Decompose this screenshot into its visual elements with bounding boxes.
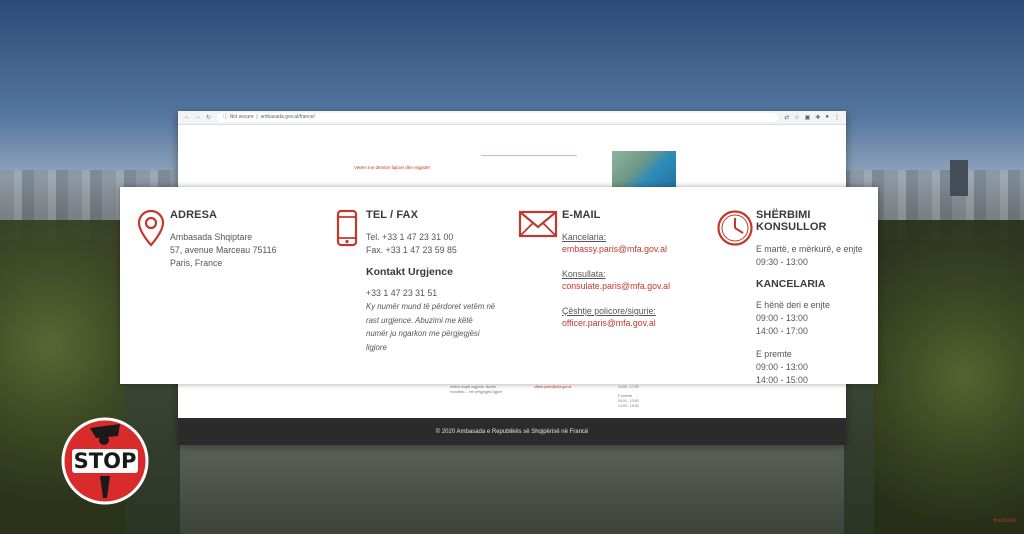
chancery-hours-2: 14:00 - 17:00 — [756, 326, 808, 336]
copyright-text: © 2020 Ambasada e Republikës së Shqipëri… — [435, 428, 589, 435]
address-bar[interactable]: ⓘ Not secure | ambasada.gov.al/france/ — [217, 113, 779, 122]
address-line1: Ambasada Shqiptare — [170, 232, 253, 242]
tel-number[interactable]: Tel. +33 1 47 23 31 00 — [366, 231, 516, 244]
mini-hours: 14:00 - 17:00 E premte 09:00 - 13:00 14:… — [618, 385, 668, 409]
phone-title: TEL / FAX — [366, 209, 419, 221]
puzzle-icon[interactable]: ✚ — [815, 114, 820, 121]
consular-hours: 09:30 - 13:00 — [756, 257, 808, 267]
address-content: ADRESA Ambasada Shqiptare 57, avenue Mar… — [170, 209, 320, 270]
distant-tower — [950, 160, 968, 196]
phone-content: TEL / FAX Tel. +33 1 47 23 31 00 Fax. +3… — [366, 209, 516, 354]
avenue-road — [180, 445, 844, 534]
consular-days: E martë, e mërkurë, e enjte — [756, 244, 863, 254]
menu-icon[interactable]: ⋮ — [834, 114, 840, 121]
mini-hours-a: 14:00 - 17:00 — [618, 385, 639, 389]
police-email-label: Çështje policore/sigurie: — [562, 306, 656, 316]
address-line2: 57, avenue Marceau 75116 — [170, 245, 277, 255]
page-note-link[interactable]: Vetëm me dëmtim fajtore dhe regjistër — [354, 165, 430, 170]
mini-hours-d: 14:00 - 15:00 — [618, 404, 639, 408]
chancery-hours-1: 09:00 - 13:00 — [756, 313, 808, 323]
chancery-email-label: Kancelaria: — [562, 232, 607, 242]
emergency-title: Kontakt Urgjence — [366, 266, 453, 278]
chancery-email-link[interactable]: embassy.paris@mfa.gov.al — [562, 243, 712, 256]
channel-watermark: Exclusiv — [993, 518, 1016, 524]
nav-buttons: ← → ↻ — [184, 114, 211, 121]
mini-officer-email[interactable]: officer.paris@mfa.gov.al — [534, 385, 594, 389]
browser-toolbar: ← → ↻ ⓘ Not secure | ambasada.gov.al/fra… — [178, 111, 846, 125]
forward-arrow-icon[interactable]: → — [195, 114, 201, 121]
mobile-phone-icon — [330, 209, 364, 249]
emergency-note: Ky numër mund të përdoret vetëm në rast … — [366, 302, 496, 352]
consular-title: SHËRBIMI KONSULLOR — [756, 209, 827, 233]
stop-logo-text: STOP — [74, 449, 137, 473]
consulate-email-link[interactable]: consulate.paris@mfa.gov.al — [562, 280, 712, 293]
location-pin-icon — [134, 209, 168, 249]
star-icon[interactable]: ☆ — [794, 114, 799, 121]
back-arrow-icon[interactable]: ← — [184, 114, 190, 121]
extensions-area: ⇄ ☆ ▣ ✚ ● ⋮ — [784, 114, 840, 121]
info-icon[interactable]: ⓘ — [223, 114, 228, 120]
stop-logo: STOP — [60, 416, 150, 506]
envelope-icon — [518, 209, 558, 249]
email-title: E-MAIL — [562, 209, 601, 221]
trees-right — [874, 220, 1024, 534]
page-contact-small: Vetëm rrugët urgjente. Numër mundësh ...… — [178, 383, 846, 419]
mini-emergency-note: Vetëm rrugët urgjente. Numër mundësh ...… — [450, 385, 503, 394]
page-footer: © 2020 Ambasada e Republikës së Shqipëri… — [178, 418, 846, 445]
police-email-link[interactable]: officer.paris@mfa.gov.al — [562, 317, 712, 330]
security-status: Not secure — [229, 114, 254, 120]
profile-icon[interactable]: ● — [825, 114, 829, 121]
email-content: E-MAIL Kancelaria: embassy.paris@mfa.gov… — [562, 209, 712, 342]
friday-label: E premte — [756, 349, 792, 359]
extension-icon[interactable]: ▣ — [805, 114, 811, 121]
translate-icon[interactable]: ⇄ — [784, 114, 789, 121]
fax-number: Fax. +33 1 47 23 59 85 — [366, 245, 457, 255]
consulate-email-label: Konsullata: — [562, 269, 606, 279]
emergency-number[interactable]: +33 1 47 23 31 51 — [366, 287, 516, 300]
divider — [481, 155, 577, 156]
chancery-days: E hënë deri e enjte — [756, 300, 830, 310]
clock-icon — [716, 209, 754, 249]
chancery-title: KANCELARIA — [756, 278, 826, 290]
friday-hours-2: 14:00 - 15:00 — [756, 375, 808, 385]
contact-panel-zoomed: ADRESA Ambasada Shqiptare 57, avenue Mar… — [120, 187, 878, 387]
address-line3: Paris, France — [170, 258, 223, 268]
url-text: ambasada.gov.al/france/ — [260, 114, 315, 120]
address-title: ADRESA — [170, 209, 218, 221]
consular-content: SHËRBIMI KONSULLOR E martë, e mërkurë, e… — [756, 209, 876, 387]
reload-icon[interactable]: ↻ — [206, 114, 211, 121]
friday-hours-1: 09:00 - 13:00 — [756, 362, 808, 372]
